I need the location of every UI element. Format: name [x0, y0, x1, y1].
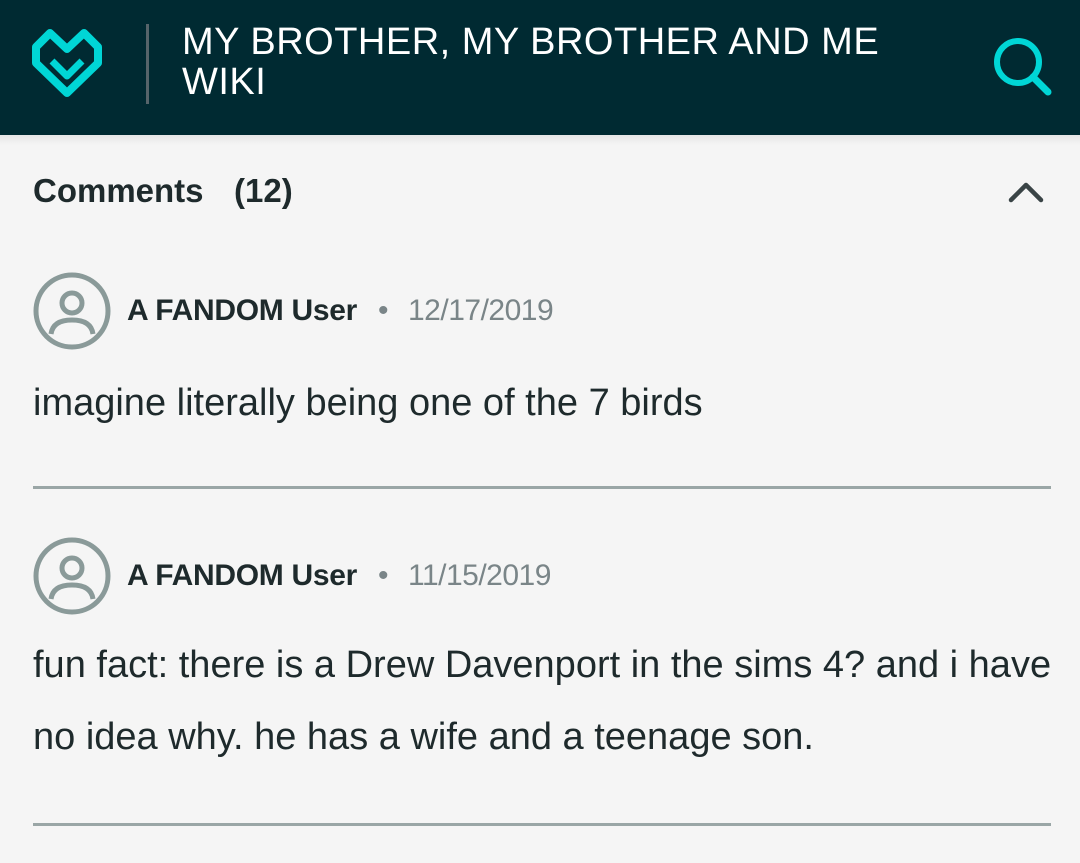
comment-author[interactable]: A FANDOM User: [127, 559, 357, 593]
avatar[interactable]: [33, 272, 111, 350]
comments-count: (12): [234, 172, 293, 209]
fandom-heart-logo-icon[interactable]: [28, 27, 106, 99]
meta-separator: •: [378, 559, 389, 592]
header-shadow: [0, 135, 1080, 145]
comment-date: 12/17/2019: [408, 294, 554, 327]
comments-title: Comments: [33, 172, 204, 209]
comments-collapse-toggle[interactable]: Comments (12): [33, 168, 1053, 218]
top-navigation-bar: MY BROTHER, MY BROTHER AND ME WIKI: [0, 0, 1080, 135]
search-icon[interactable]: [990, 34, 1054, 98]
comment-author[interactable]: A FANDOM User: [127, 294, 357, 328]
chevron-up-icon[interactable]: [1008, 178, 1044, 204]
avatar[interactable]: [33, 537, 111, 615]
meta-separator: •: [378, 294, 389, 327]
comment-divider: [33, 486, 1051, 489]
header-divider: [146, 24, 149, 104]
comment-text: fun fact: there is a Drew Davenport in t…: [33, 644, 1052, 758]
comment-date: 11/15/2019: [408, 559, 551, 592]
comment-text: imagine literally being one of the 7 bir…: [33, 382, 703, 424]
wiki-title[interactable]: MY BROTHER, MY BROTHER AND ME WIKI: [182, 22, 942, 102]
comment-divider: [33, 823, 1051, 826]
